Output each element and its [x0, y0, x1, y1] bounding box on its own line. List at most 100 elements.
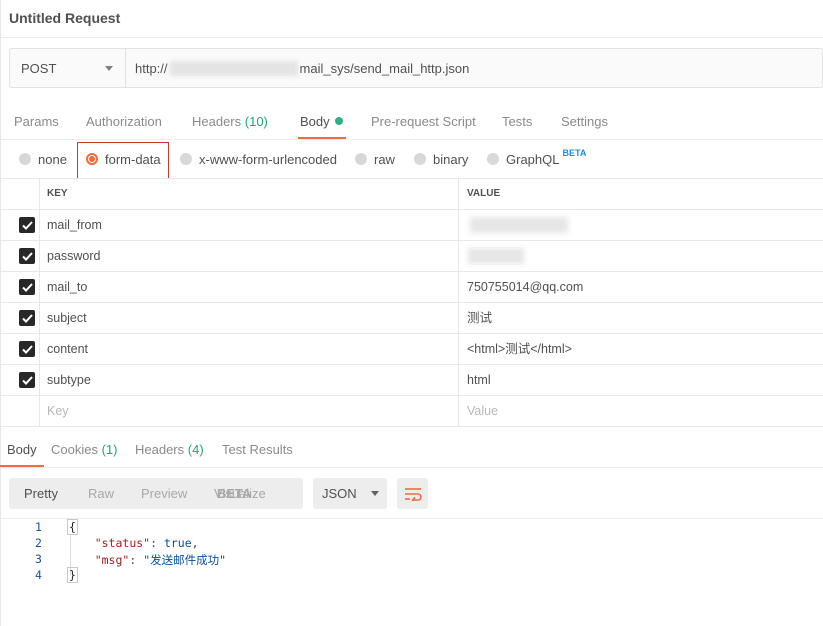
row-value[interactable]: 750755014@qq.com: [467, 272, 583, 302]
response-tab-test-results[interactable]: Test Results: [222, 432, 293, 468]
response-tab-headers[interactable]: Headers (4): [135, 432, 204, 468]
response-tabs-divider: [0, 467, 823, 468]
column-divider: [39, 365, 40, 395]
table-row-new: Key Value: [0, 396, 823, 427]
radio-icon: [487, 153, 499, 165]
column-divider: [39, 210, 40, 240]
response-tab-body[interactable]: Body: [0, 432, 44, 468]
response-tabs: Body Cookies (1) Headers (4) Test Result…: [0, 432, 823, 468]
request-title[interactable]: Untitled Request: [9, 10, 120, 26]
checkbox-checked-icon[interactable]: [19, 279, 35, 295]
url-suffix: mail_sys/send_mail_http.json: [299, 60, 470, 76]
table-row: mail_from: [0, 210, 823, 241]
key-column-header: KEY: [47, 188, 68, 199]
column-divider: [39, 334, 40, 364]
tab-headers-count: (10): [244, 114, 268, 129]
radio-icon: [414, 153, 426, 165]
table-header-row: KEY VALUE: [0, 179, 823, 210]
tab-settings[interactable]: Settings: [561, 104, 608, 140]
tab-tests[interactable]: Tests: [502, 104, 532, 140]
checkbox-checked-icon[interactable]: [19, 341, 35, 357]
wrap-lines-button[interactable]: [397, 478, 428, 509]
json-key: "msg": [94, 553, 130, 567]
row-value[interactable]: html: [467, 365, 491, 395]
radio-icon: [19, 153, 31, 165]
line-number: 2: [35, 536, 42, 550]
column-divider: [458, 210, 459, 240]
tab-body-label: Body: [300, 114, 330, 129]
column-divider: [458, 365, 459, 395]
radio-graphql[interactable]: GraphQL BETA: [487, 140, 586, 178]
form-data-highlight-box: [77, 142, 169, 179]
response-tab-cookies-label: Cookies: [51, 442, 98, 457]
caret-down-icon: [370, 491, 379, 496]
json-value: "发送邮件成功": [143, 553, 227, 567]
redacted-value: [468, 248, 524, 264]
new-key-input[interactable]: Key: [47, 396, 69, 426]
checkbox-checked-icon[interactable]: [19, 217, 35, 233]
row-key[interactable]: mail_from: [47, 210, 102, 240]
row-key[interactable]: password: [47, 241, 101, 271]
line-number: 3: [35, 552, 42, 566]
radio-urlencoded[interactable]: x-www-form-urlencoded: [180, 140, 337, 178]
json-value: true: [163, 536, 192, 550]
format-label: JSON: [322, 486, 357, 501]
redacted-host: [169, 60, 298, 76]
row-key[interactable]: subtype: [47, 365, 91, 395]
close-brace: }: [67, 567, 78, 583]
line-number: 4: [35, 568, 42, 582]
column-divider: [458, 179, 459, 209]
line-number: 1: [35, 520, 42, 534]
checkbox-checked-icon[interactable]: [19, 310, 35, 326]
tab-headers-label: Headers: [192, 114, 242, 129]
open-brace: {: [67, 519, 78, 535]
radio-binary[interactable]: binary: [414, 140, 468, 178]
response-tab-cookies-count: (1): [101, 442, 118, 457]
value-column-header: VALUE: [467, 188, 501, 199]
column-divider: [458, 334, 459, 364]
request-tabs: Params Authorization Headers (10) Body P…: [0, 104, 823, 140]
checkbox-checked-icon[interactable]: [19, 248, 35, 264]
radio-urlencoded-label: x-www-form-urlencoded: [199, 151, 337, 167]
radio-raw[interactable]: raw: [355, 140, 395, 178]
tab-pre-request-script[interactable]: Pre-request Script: [371, 104, 476, 140]
radio-binary-label: binary: [433, 151, 469, 167]
url-input[interactable]: http:// mail_sys/send_mail_http.json: [126, 49, 822, 87]
radio-graphql-label: GraphQL: [506, 151, 560, 167]
row-key[interactable]: mail_to: [47, 272, 87, 302]
tab-body[interactable]: Body: [298, 104, 346, 140]
tab-settings-label: Settings: [561, 114, 608, 129]
tab-headers[interactable]: Headers (10): [192, 104, 268, 140]
radio-icon: [180, 153, 192, 165]
response-tab-headers-count: (4): [187, 442, 204, 457]
form-data-table: KEY VALUE mail_from password mail_to 750…: [0, 178, 823, 427]
caret-down-icon: [105, 65, 113, 71]
row-value[interactable]: <html>测试</html>: [467, 334, 572, 364]
table-row: mail_to 750755014@qq.com: [0, 272, 823, 303]
tab-params[interactable]: Params: [14, 104, 59, 140]
tab-pre-request-label: Pre-request Script: [371, 114, 476, 129]
method-select[interactable]: POST: [10, 49, 126, 87]
tab-authorization[interactable]: Authorization: [86, 104, 162, 140]
url-prefix: http://: [135, 60, 168, 76]
format-select[interactable]: JSON: [313, 478, 387, 509]
row-value[interactable]: 测试: [467, 303, 492, 333]
row-key[interactable]: content: [47, 334, 88, 364]
view-preview-button[interactable]: Preview: [141, 478, 187, 509]
active-dot-icon: [334, 117, 343, 125]
tab-tests-label: Tests: [502, 114, 533, 129]
view-pretty-button[interactable]: Pretty: [24, 478, 58, 509]
beta-badge: BETA: [562, 148, 587, 158]
column-divider: [458, 272, 459, 302]
code-line: {: [67, 519, 78, 535]
radio-none[interactable]: none: [19, 140, 67, 178]
row-key[interactable]: subject: [47, 303, 87, 333]
response-body-viewer[interactable]: 1 2 3 4 { "status": true, "msg": "发送邮件成功…: [0, 518, 823, 626]
checkbox-checked-icon[interactable]: [19, 372, 35, 388]
new-value-input[interactable]: Value: [467, 396, 498, 426]
view-mode-segmented: Pretty Raw Preview Visualize BETA: [9, 478, 303, 509]
view-raw-button[interactable]: Raw: [88, 478, 114, 509]
response-tab-cookies[interactable]: Cookies (1): [51, 432, 117, 468]
tab-authorization-label: Authorization: [86, 114, 162, 129]
code-line: "msg": "发送邮件成功": [94, 553, 227, 567]
